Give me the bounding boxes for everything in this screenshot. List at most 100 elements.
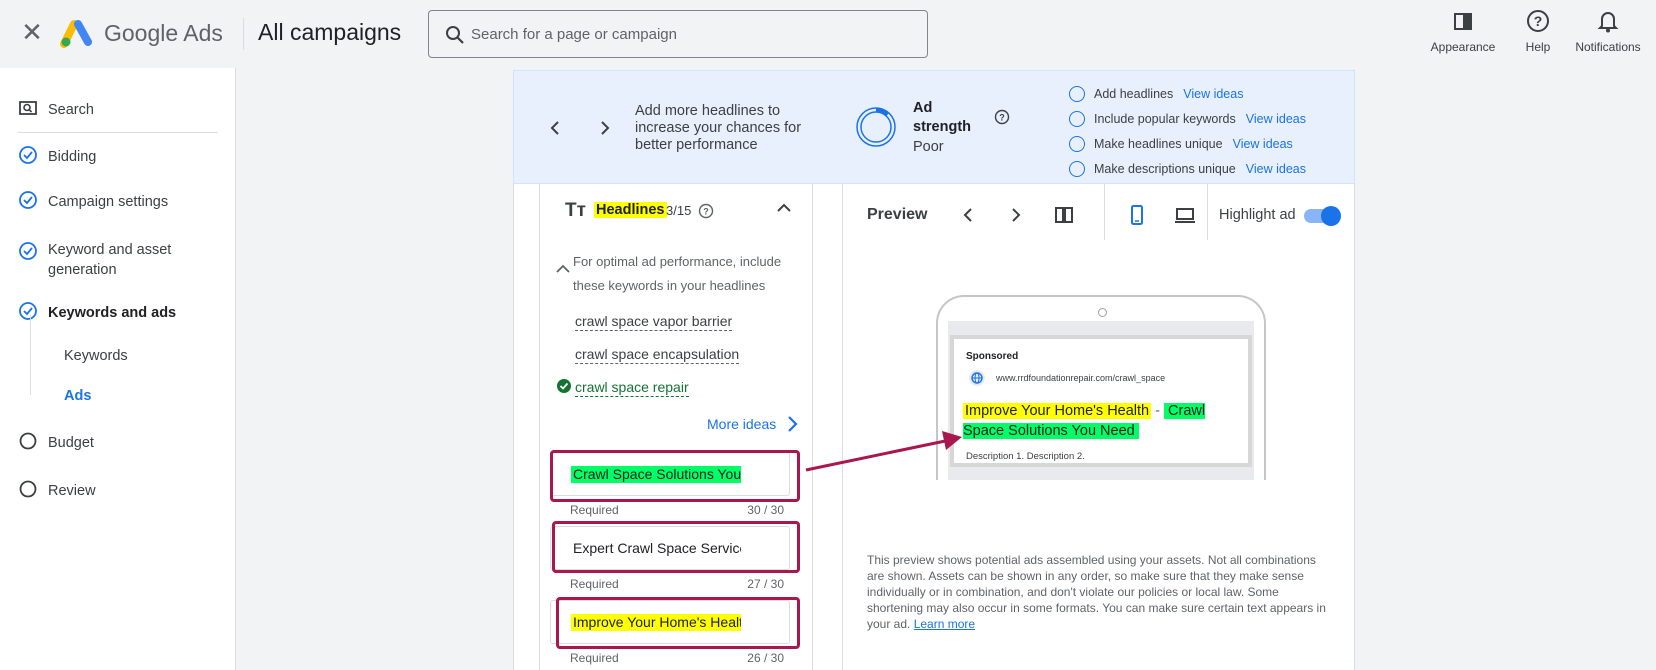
- learn-more-link[interactable]: Learn more: [914, 617, 975, 631]
- preview-title: Preview: [867, 206, 928, 223]
- tip-label: Make headlines unique: [1094, 136, 1223, 151]
- tip-status-icon: [1069, 135, 1085, 152]
- ad-description: Description 1. Description 2.: [966, 451, 1085, 462]
- chevron-right-icon[interactable]: [783, 414, 801, 434]
- google-ads-logo: [60, 20, 92, 48]
- view-ideas-link[interactable]: View ideas: [1183, 87, 1243, 101]
- ad-editor: Tт Headlines 3/15 ? For optimal ad perfo…: [513, 184, 1355, 670]
- columns-icon[interactable]: [1053, 204, 1075, 226]
- appearance-icon: [1454, 13, 1472, 30]
- sidebar-subitem-keywords[interactable]: Keywords: [64, 348, 128, 364]
- tip-status-icon: [1069, 160, 1085, 177]
- preview-panel: Preview Highlight ad Sponsored www.rrdfo…: [842, 184, 1355, 670]
- view-ideas-link[interactable]: View ideas: [1246, 162, 1306, 176]
- search-campaign-icon: [19, 101, 37, 115]
- tip-unique-descriptions: Make descriptions unique View ideas: [1069, 156, 1306, 181]
- tip-label: Add headlines: [1094, 86, 1174, 101]
- keyword-suggestion-note: For optimal ad performance, include thes…: [573, 254, 782, 293]
- required-label: Required: [570, 577, 619, 591]
- brand-name: Google Ads: [104, 20, 223, 46]
- phone-screen: Sponsored www.rrdfoundationrepair.com/cr…: [948, 321, 1254, 480]
- banner-message: Add more headlines to increase your chan…: [635, 103, 802, 153]
- appearance-label: Appearance: [1430, 40, 1496, 54]
- help-label: Help: [1525, 40, 1551, 54]
- header-divider: [243, 18, 244, 50]
- page-title: All campaigns: [258, 19, 402, 45]
- svg-text:?: ?: [703, 207, 709, 217]
- notifications-button[interactable]: Notifications: [1570, 8, 1646, 54]
- chevron-right-icon[interactable]: [595, 119, 613, 137]
- included-keyword[interactable]: crawl space repair: [575, 378, 689, 397]
- highlight-ad-toggle[interactable]: [1304, 206, 1341, 226]
- close-icon[interactable]: ✕: [20, 19, 44, 45]
- char-count: 30 / 30: [747, 503, 784, 517]
- sidebar-subitem-ads[interactable]: Ads: [64, 388, 91, 404]
- preview-disclaimer: This preview shows potential ads assembl…: [867, 552, 1327, 632]
- sidebar-item-label: Keyword and asset generation: [48, 242, 172, 278]
- help-circle-icon[interactable]: ?: [698, 203, 714, 219]
- chevron-left-icon[interactable]: [547, 119, 565, 137]
- text-size-icon: Tт: [565, 200, 586, 221]
- sponsored-label: Sponsored: [966, 351, 1019, 362]
- desktop-device-icon[interactable]: [1174, 204, 1196, 226]
- ad-strength-value: Poor: [913, 139, 944, 155]
- char-count: 26 / 30: [747, 651, 784, 665]
- tip-status-icon: [1069, 110, 1085, 127]
- ad-headline-1: Improve Your Home's Health: [963, 403, 1152, 419]
- chevron-up-icon[interactable]: [554, 260, 572, 278]
- headline-meta: Required 30 / 30: [570, 503, 784, 517]
- chevron-left-icon[interactable]: [957, 204, 979, 226]
- help-button[interactable]: ? Help: [1518, 8, 1558, 54]
- ad-strength-banner: Add more headlines to increase your chan…: [513, 70, 1355, 184]
- sub-nav-line: [30, 315, 31, 395]
- help-circle-icon[interactable]: ?: [994, 109, 1010, 125]
- check-filled-icon: [557, 379, 571, 393]
- check-circle-icon: [19, 191, 37, 209]
- search-input[interactable]: [471, 21, 911, 47]
- search-box[interactable]: [428, 10, 928, 58]
- tip-add-headlines: Add headlines View ideas: [1069, 81, 1306, 106]
- suggested-keyword[interactable]: crawl space vapor barrier: [575, 312, 733, 331]
- headline-meta: Required 27 / 30: [570, 577, 784, 591]
- bell-icon: [1597, 12, 1619, 33]
- notifications-label: Notifications: [1575, 40, 1641, 54]
- toolbar-divider: [1207, 184, 1208, 240]
- tip-label: Include popular keywords: [1094, 111, 1236, 126]
- chevron-up-icon[interactable]: [774, 198, 794, 218]
- mobile-device-icon[interactable]: [1126, 204, 1148, 226]
- view-ideas-link[interactable]: View ideas: [1246, 112, 1306, 126]
- tip-unique-headlines: Make headlines unique View ideas: [1069, 131, 1306, 156]
- sidebar-item-label: Budget: [48, 435, 94, 451]
- check-circle-icon: [19, 242, 37, 260]
- tip-label: Make descriptions unique: [1094, 161, 1236, 176]
- annotation-box: [550, 450, 800, 502]
- empty-circle-icon: [19, 480, 37, 498]
- more-ideas-link[interactable]: More ideas: [707, 416, 776, 432]
- search-icon: [446, 26, 464, 44]
- tip-status-icon: [1069, 85, 1085, 102]
- check-circle-icon: [19, 302, 37, 320]
- toggle-knob: [1321, 206, 1341, 226]
- required-label: Required: [570, 651, 619, 665]
- help-icon: ?: [1527, 10, 1549, 32]
- tip-popular-keywords: Include popular keywords View ideas: [1069, 106, 1306, 131]
- sidebar-item-label: Campaign settings: [48, 194, 169, 210]
- headlines-panel: Tт Headlines 3/15 ? For optimal ad perfo…: [539, 184, 813, 670]
- view-ideas-link[interactable]: View ideas: [1233, 137, 1293, 151]
- ad-preview-card: Sponsored www.rrdfoundationrepair.com/cr…: [954, 339, 1248, 463]
- annotation-box: [556, 597, 800, 649]
- phone-preview: Sponsored www.rrdfoundationrepair.com/cr…: [936, 295, 1266, 480]
- chevron-right-icon[interactable]: [1005, 204, 1027, 226]
- ad-strength-ring: [856, 107, 896, 147]
- appearance-button[interactable]: Appearance: [1428, 8, 1498, 54]
- svg-text:?: ?: [999, 113, 1005, 123]
- check-circle-icon: [19, 146, 37, 164]
- required-label: Required: [570, 503, 619, 517]
- headlines-count: 3/15: [666, 203, 692, 218]
- globe-icon: [969, 370, 985, 386]
- suggested-keyword[interactable]: crawl space encapsulation: [575, 345, 740, 364]
- sidebar-item-label: Keywords and ads: [48, 305, 177, 321]
- headline-meta: Required 26 / 30: [570, 651, 784, 665]
- toolbar-divider: [1104, 184, 1105, 240]
- headline-separator: -: [1155, 403, 1160, 419]
